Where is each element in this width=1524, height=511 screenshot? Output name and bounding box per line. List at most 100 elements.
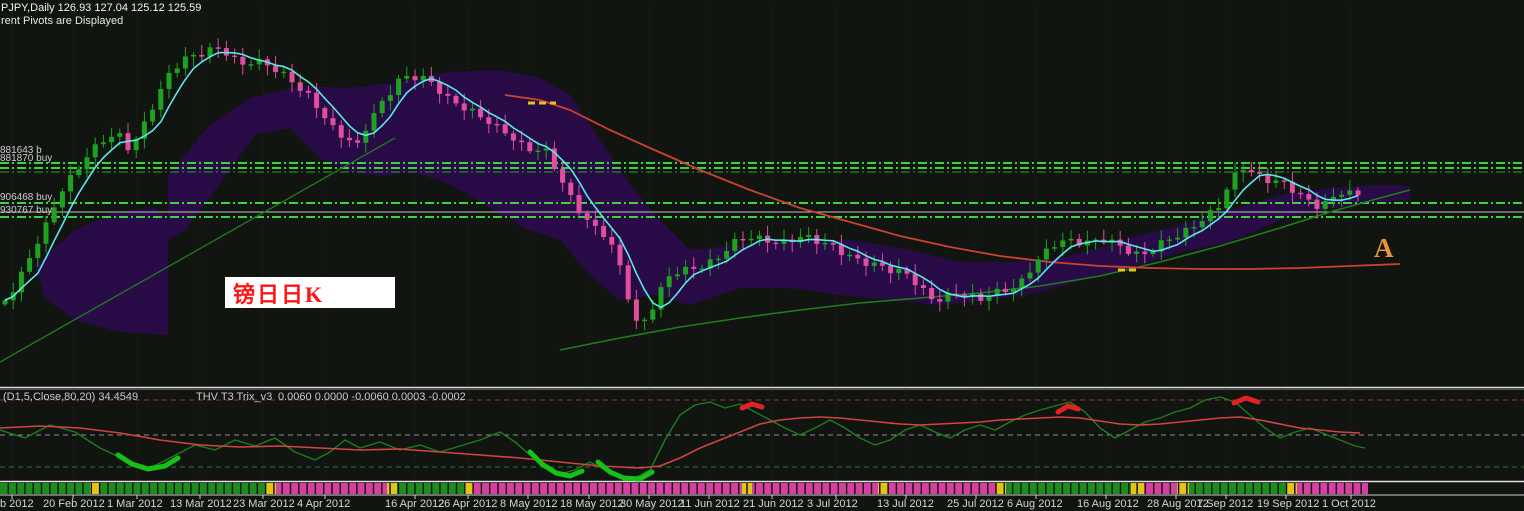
chart-letter-annotation[interactable]: A [1374,233,1394,264]
candle-body [937,299,943,302]
candle-body [1043,248,1049,260]
sell-signal-mark [739,401,765,411]
candle-body [322,108,328,119]
candle-body [584,213,590,220]
candle-body [346,137,352,141]
candle-body [1175,237,1181,240]
date-label: b 2012 [0,498,34,510]
candle-body [888,265,894,274]
date-label: 18 May 2012 [560,498,624,510]
symbol-quote-line: PJPY,Daily 126.93 127.04 125.12 125.59 [1,2,202,14]
candle-body [871,262,877,266]
chart-text-note[interactable]: 镑日日K [225,277,395,308]
candle-body [1142,251,1148,255]
candle-body [248,64,254,66]
date-label: 13 Mar 2012 [170,498,232,510]
candle-body [420,75,426,81]
candle-body [502,124,508,134]
candle-body [1002,288,1008,293]
candle-body [379,100,385,114]
candle-body [199,54,205,57]
candle-body [59,191,65,208]
signal-strip-segment [1144,483,1177,494]
candle-body [822,242,828,245]
candle-body [1068,238,1074,241]
candle-body [478,108,484,118]
ichimoku-cloud [168,70,690,305]
candle-body [84,157,90,170]
candle-body [1257,172,1263,174]
candle-body [51,207,57,223]
candle-body [150,109,156,122]
indicator-params-text: (D1,5,Close,80,20) 34.4549 [3,391,139,403]
candle-body [1035,259,1041,273]
candle-body [1207,210,1213,222]
candle-body [305,90,311,93]
trix-main-line [0,416,1361,469]
candle-body [617,244,623,266]
candle-body [519,140,525,143]
candle-body [642,319,648,322]
candle-body [1273,180,1279,184]
ichimoku-cloud [690,238,1130,305]
date-label: 16 Apr 2012 [385,498,445,510]
candle-body [527,142,533,152]
signal-strip-segment [1297,483,1368,494]
date-label: 30 May 2012 [620,498,684,510]
candle-body [76,169,82,176]
candle-body [773,242,779,245]
ichimoku-cloud [1130,185,1410,268]
date-label: 13 Jul 2012 [877,498,934,510]
candle-body [273,65,279,73]
candle-body [576,195,582,214]
pivots-status-text: rent Pivots are Displayed [1,15,124,27]
candle-body [396,78,402,96]
candle-body [535,150,541,152]
date-label: 11 Jun 2012 [680,498,740,510]
candle-body [683,266,689,275]
signal-strip-segment [752,483,878,494]
candle-body [330,118,336,126]
candle-body [1232,172,1238,190]
candle-body [748,238,754,241]
candle-body [1183,227,1189,238]
date-label: 25 Jul 2012 [947,498,1004,510]
candle-body [1355,190,1361,196]
candle-body [855,254,861,259]
candle-body [978,293,984,301]
candle-body [1314,199,1320,209]
date-label: 3 Jul 2012 [807,498,858,510]
candle-body [1134,251,1140,254]
candle-body [510,133,516,141]
candle-body [174,68,180,73]
candle-body [806,235,812,238]
date-label: 23 Mar 2012 [233,498,295,510]
candle-body [240,56,246,65]
mt4-chart-window: PJPY,Daily 126.93 127.04 125.12 125.59 r… [0,0,1524,511]
date-label: 20 Feb 2012 [43,498,105,510]
candle-body [1166,239,1172,241]
candle-body [215,47,221,49]
candle-body [847,254,853,257]
date-label: 4 Apr 2012 [297,498,351,510]
order-label-4: 930767 buy [0,205,53,216]
candle-body [289,71,295,83]
candle-body [297,82,303,91]
candle-body [650,309,656,320]
candle-body [838,244,844,256]
candle-body [568,182,574,196]
date-label: 19 Sep 2012 [1257,498,1320,510]
candle-body [674,274,680,277]
date-axis[interactable]: b 2012 20 Feb 2012 1 Mar 2012 13 Mar 2012 23… [0,495,1524,511]
chart-canvas[interactable] [0,0,1524,511]
candle-body [412,76,418,81]
candle-body [666,276,672,288]
date-label: 8 May 2012 [500,498,558,510]
candle-body [724,251,730,259]
candle-body [461,103,467,111]
candle-body [445,93,451,96]
candle-body [633,299,639,321]
candle-body [338,125,344,138]
candle-body [437,81,443,94]
candle-body [2,300,8,305]
